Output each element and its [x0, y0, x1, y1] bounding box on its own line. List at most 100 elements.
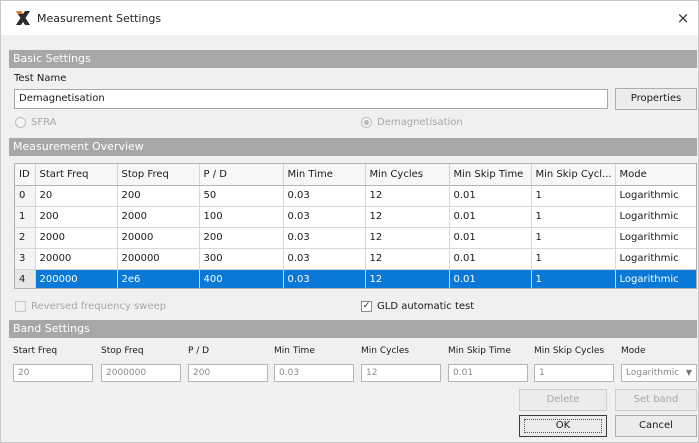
table-cell: 400 [199, 269, 284, 288]
table-cell: Logarithmic [615, 185, 696, 207]
band-mode-label: Mode [621, 346, 646, 356]
table-cell: 1 [15, 206, 36, 228]
band-mode-value: Logarithmic [626, 368, 680, 378]
table-row-selected[interactable]: 4 200000 2e6 400 0.03 12 0.01 1 Logarith… [15, 269, 696, 288]
reversed-sweep-checkbox[interactable] [15, 301, 26, 312]
table-cell: 0.03 [283, 248, 366, 270]
table-cell: 20000 [117, 227, 200, 249]
band-settings-header: Band Settings [9, 320, 697, 338]
table-cell: 12 [365, 227, 450, 249]
table-cell: 0 [15, 185, 36, 207]
table-cell: 50 [199, 185, 284, 207]
table-cell: 0.01 [449, 227, 532, 249]
gld-test-label: GLD automatic test [377, 301, 475, 312]
table-row[interactable]: 3 20000 200000 300 0.03 12 0.01 1 Logari… [15, 248, 696, 270]
band-min-time-label: Min Time [274, 346, 315, 356]
band-pd-label: P / D [188, 346, 210, 356]
table-cell: 1 [531, 248, 616, 270]
ok-button[interactable]: OK [519, 415, 607, 437]
measurement-overview-header: Measurement Overview [9, 138, 697, 156]
measurement-table: ID Start Freq Stop Freq P / D Min Time M… [14, 163, 697, 289]
table-cell: 200000 [35, 269, 118, 288]
table-cell: 2 [15, 227, 36, 249]
band-start-freq-label: Start Freq [13, 346, 58, 356]
table-cell: 300 [199, 248, 284, 270]
table-cell: 4 [15, 269, 36, 288]
app-x-logo-icon [16, 11, 30, 25]
cancel-button[interactable]: Cancel [615, 415, 697, 437]
band-stop-freq-input[interactable]: 2000000 [101, 364, 181, 382]
band-pd-input[interactable]: 200 [188, 364, 268, 382]
table-cell: 200 [199, 227, 284, 249]
table-cell: 0.03 [283, 269, 366, 288]
window-title: Measurement Settings [37, 12, 162, 25]
column-header[interactable]: Min Cycles [365, 164, 450, 186]
test-name-input[interactable]: Demagnetisation [14, 89, 608, 109]
column-header[interactable]: Stop Freq [117, 164, 200, 186]
column-header[interactable]: ID [15, 164, 36, 186]
reversed-sweep-label: Reversed frequency sweep [31, 301, 167, 312]
test-name-label: Test Name [14, 73, 67, 84]
table-row[interactable]: 1 200 2000 100 0.03 12 0.01 1 Logarithmi… [15, 206, 696, 228]
band-min-time-input[interactable]: 0.03 [274, 364, 354, 382]
radio-demagnetisation[interactable] [361, 117, 372, 128]
column-header[interactable]: Start Freq [35, 164, 118, 186]
table-cell: 0.03 [283, 227, 366, 249]
properties-button[interactable]: Properties [615, 88, 697, 110]
column-header[interactable]: Min Skip Cycl... [531, 164, 616, 186]
set-band-button[interactable]: Set band [615, 389, 697, 411]
table-cell: 0.03 [283, 185, 366, 207]
table-cell: 12 [365, 206, 450, 228]
table-cell: 2e6 [117, 269, 200, 288]
band-min-skip-cycles-input[interactable]: 1 [534, 364, 614, 382]
band-min-skip-time-label: Min Skip Time [448, 346, 511, 356]
table-cell: 0.01 [449, 269, 532, 288]
band-start-freq-input[interactable]: 20 [13, 364, 93, 382]
table-cell: 20 [35, 185, 118, 207]
table-cell: 2000 [117, 206, 200, 228]
band-min-skip-cycles-label: Min Skip Cycles [534, 346, 605, 356]
table-cell: 0.03 [283, 206, 366, 228]
band-mode-select[interactable]: Logarithmic ▼ [621, 364, 697, 382]
band-min-skip-time-input[interactable]: 0.01 [448, 364, 528, 382]
radio-sfra[interactable] [15, 117, 26, 128]
table-cell: 12 [365, 248, 450, 270]
table-cell: 200 [117, 185, 200, 207]
band-stop-freq-label: Stop Freq [101, 346, 144, 356]
table-cell: 1 [531, 269, 616, 288]
table-cell: Logarithmic [615, 248, 696, 270]
close-icon[interactable]: × [672, 7, 694, 29]
column-header[interactable]: Mode [615, 164, 696, 186]
table-cell: 200000 [117, 248, 200, 270]
table-header-row: ID Start Freq Stop Freq P / D Min Time M… [15, 164, 696, 186]
band-min-cycles-label: Min Cycles [361, 346, 410, 356]
table-cell: 100 [199, 206, 284, 228]
table-cell: Logarithmic [615, 269, 696, 288]
radio-sfra-label: SFRA [31, 117, 57, 128]
table-cell: 1 [531, 227, 616, 249]
table-cell: 0.01 [449, 206, 532, 228]
measurement-settings-dialog: Measurement Settings × Basic Settings Te… [0, 0, 699, 443]
column-header[interactable]: Min Skip Time [449, 164, 532, 186]
table-cell: 1 [531, 185, 616, 207]
table-cell: 12 [365, 269, 450, 288]
table-row[interactable]: 0 20 200 50 0.03 12 0.01 1 Logarithmic [15, 185, 696, 207]
gld-test-checkbox[interactable]: ✓ [361, 301, 372, 312]
table-cell: 3 [15, 248, 36, 270]
delete-button[interactable]: Delete [519, 389, 607, 411]
radio-demagnetisation-label: Demagnetisation [377, 117, 463, 128]
title-bar: Measurement Settings × [1, 1, 698, 35]
table-cell: 12 [365, 185, 450, 207]
table-cell: 0.01 [449, 185, 532, 207]
table-cell: 0.01 [449, 248, 532, 270]
table-cell: 200 [35, 206, 118, 228]
chevron-down-icon[interactable]: ▼ [683, 366, 695, 380]
table-cell: Logarithmic [615, 227, 696, 249]
column-header[interactable]: P / D [199, 164, 284, 186]
table-row[interactable]: 2 2000 20000 200 0.03 12 0.01 1 Logarith… [15, 227, 696, 249]
table-cell: Logarithmic [615, 206, 696, 228]
basic-settings-header: Basic Settings [9, 50, 697, 68]
table-cell: 20000 [35, 248, 118, 270]
column-header[interactable]: Min Time [283, 164, 366, 186]
band-min-cycles-input[interactable]: 12 [361, 364, 441, 382]
